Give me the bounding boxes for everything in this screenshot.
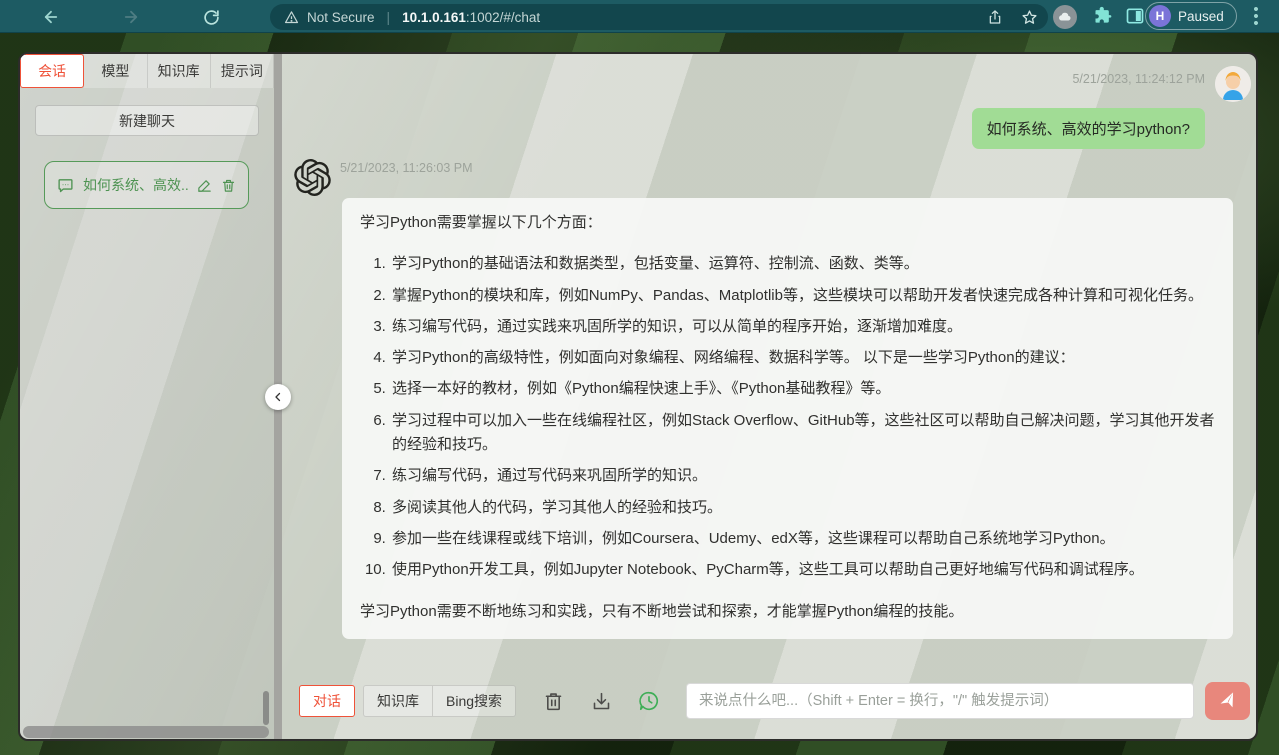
browser-forward-icon[interactable] — [118, 4, 144, 30]
paper-plane-icon — [1215, 688, 1240, 713]
browser-reload-icon[interactable] — [198, 4, 224, 30]
extensions-puzzle-icon[interactable] — [1093, 6, 1113, 31]
message-input[interactable] — [686, 683, 1194, 719]
assistant-list-item: 使用Python开发工具，例如Jupyter Notebook、PyCharm等… — [390, 558, 1215, 582]
assistant-intro: 学习Python需要掌握以下几个方面： — [360, 211, 1215, 235]
bookmark-star-icon[interactable] — [1021, 9, 1038, 26]
sidebar-horizontal-scrollbar[interactable] — [23, 726, 269, 738]
assistant-list-item: 选择一本好的教材，例如《Python编程快速上手》、《Python基础教程》等。 — [390, 377, 1215, 401]
address-bar[interactable]: Not Secure | 10.1.0.161:1002/#/chat — [270, 4, 1048, 30]
assistant-list: 学习Python的基础语法和数据类型，包括变量、运算符、控制流、函数、类等。掌握… — [360, 252, 1215, 582]
address-separator: | — [387, 10, 391, 25]
sidebar: 会话 模型 知识库 提示词 新建聊天 如何系统、高效... — [20, 54, 274, 739]
assistant-list-item: 多阅读其他人的代码，学习其他人的经验和技巧。 — [390, 496, 1215, 520]
page-background: 会话 模型 知识库 提示词 新建聊天 如何系统、高效... — [0, 33, 1279, 755]
assistant-list-item: 学习Python的高级特性，例如面向对象编程、网络编程、数据科学等。 以下是一些… — [390, 346, 1215, 370]
assistant-list-item: 练习编写代码，通过写代码来巩固所学的知识。 — [390, 464, 1215, 488]
export-download-icon[interactable] — [590, 690, 612, 712]
tab-conversations[interactable]: 会话 — [20, 54, 84, 88]
url-path[interactable]: :1002/#/chat — [466, 10, 540, 25]
cloud-extension-icon[interactable] — [1053, 5, 1077, 29]
history-clock-icon[interactable] — [638, 690, 660, 712]
chat-main-area: 5/21/2023, 11:24:12 PM 如何系统、高效的学习python? — [282, 54, 1258, 739]
user-message-bubble[interactable]: 如何系统、高效的学习python? — [972, 108, 1205, 149]
browser-menu-icon[interactable]: ••• — [1251, 6, 1261, 27]
openai-logo-icon — [294, 159, 331, 196]
browser-back-icon[interactable] — [38, 4, 64, 30]
assistant-message-bubble[interactable]: 学习Python需要掌握以下几个方面： 学习Python的基础语法和数据类型，包… — [342, 198, 1233, 639]
send-button[interactable] — [1205, 682, 1250, 720]
user-avatar — [1215, 66, 1251, 102]
tab-models[interactable]: 模型 — [84, 54, 147, 88]
share-icon[interactable] — [987, 9, 1003, 25]
conversation-list-item[interactable]: 如何系统、高效... — [44, 161, 249, 209]
browser-profile-pill[interactable]: H Paused — [1145, 2, 1237, 30]
sidebar-vertical-scrollbar[interactable] — [263, 691, 269, 725]
new-chat-button[interactable]: 新建聊天 — [35, 105, 259, 136]
tab-prompts[interactable]: 提示词 — [211, 54, 274, 88]
user-message: 5/21/2023, 11:24:12 PM 如何系统、高效的学习python? — [972, 66, 1251, 149]
assistant-list-item: 学习Python的基础语法和数据类型，包括变量、运算符、控制流、函数、类等。 — [390, 252, 1215, 276]
security-label[interactable]: Not Secure — [307, 10, 375, 25]
mode-bing-search-button[interactable]: Bing搜索 — [433, 685, 516, 717]
clear-trash-icon[interactable] — [542, 690, 564, 712]
assistant-outro: 学习Python需要不断地练习和实践，只有不断地尝试和探索，才能掌握Python… — [360, 600, 1215, 624]
assistant-message-timestamp: 5/21/2023, 11:26:03 PM — [340, 161, 473, 175]
assistant-list-item: 掌握Python的模块和库，例如NumPy、Pandas、Matplotlib等… — [390, 284, 1215, 308]
assistant-message: 5/21/2023, 11:26:03 PM 学习Python需要掌握以下几个方… — [294, 159, 1244, 639]
assistant-list-item: 练习编写代码，通过实践来巩固所学的知识，可以从简单的程序开始，逐渐增加难度。 — [390, 315, 1215, 339]
assistant-list-item: 参加一些在线课程或线下培训，例如Coursera、Udemy、edX等，这些课程… — [390, 527, 1215, 551]
mode-chat-button[interactable]: 对话 — [299, 685, 355, 717]
tab-knowledge-base[interactable]: 知识库 — [148, 54, 211, 88]
chat-bubble-icon — [57, 177, 74, 194]
mode-knowledge-base-button[interactable]: 知识库 — [363, 685, 433, 717]
chat-footer: 对话 知识库 Bing搜索 — [299, 683, 1250, 719]
side-panel-icon[interactable] — [1125, 6, 1145, 31]
conversation-title[interactable]: 如何系统、高效... — [83, 175, 188, 195]
paused-label: Paused — [1178, 9, 1224, 24]
delete-trash-icon[interactable] — [221, 178, 236, 193]
sidebar-collapse-button[interactable] — [265, 384, 291, 410]
chevron-left-icon — [272, 391, 284, 403]
assistant-list-item: 学习过程中可以加入一些在线编程社区，例如Stack Overflow、GitHu… — [390, 409, 1215, 458]
profile-avatar: H — [1149, 5, 1171, 27]
sidebar-tabs: 会话 模型 知识库 提示词 — [20, 54, 274, 88]
browser-toolbar: Not Secure | 10.1.0.161:1002/#/chat H Pa… — [0, 0, 1279, 33]
url-host[interactable]: 10.1.0.161 — [402, 10, 466, 25]
edit-pencil-icon[interactable] — [197, 178, 212, 193]
user-message-timestamp: 5/21/2023, 11:24:12 PM — [1072, 72, 1205, 86]
chat-app-window: 会话 模型 知识库 提示词 新建聊天 如何系统、高效... — [18, 52, 1258, 741]
not-secure-warning-icon — [284, 10, 299, 25]
